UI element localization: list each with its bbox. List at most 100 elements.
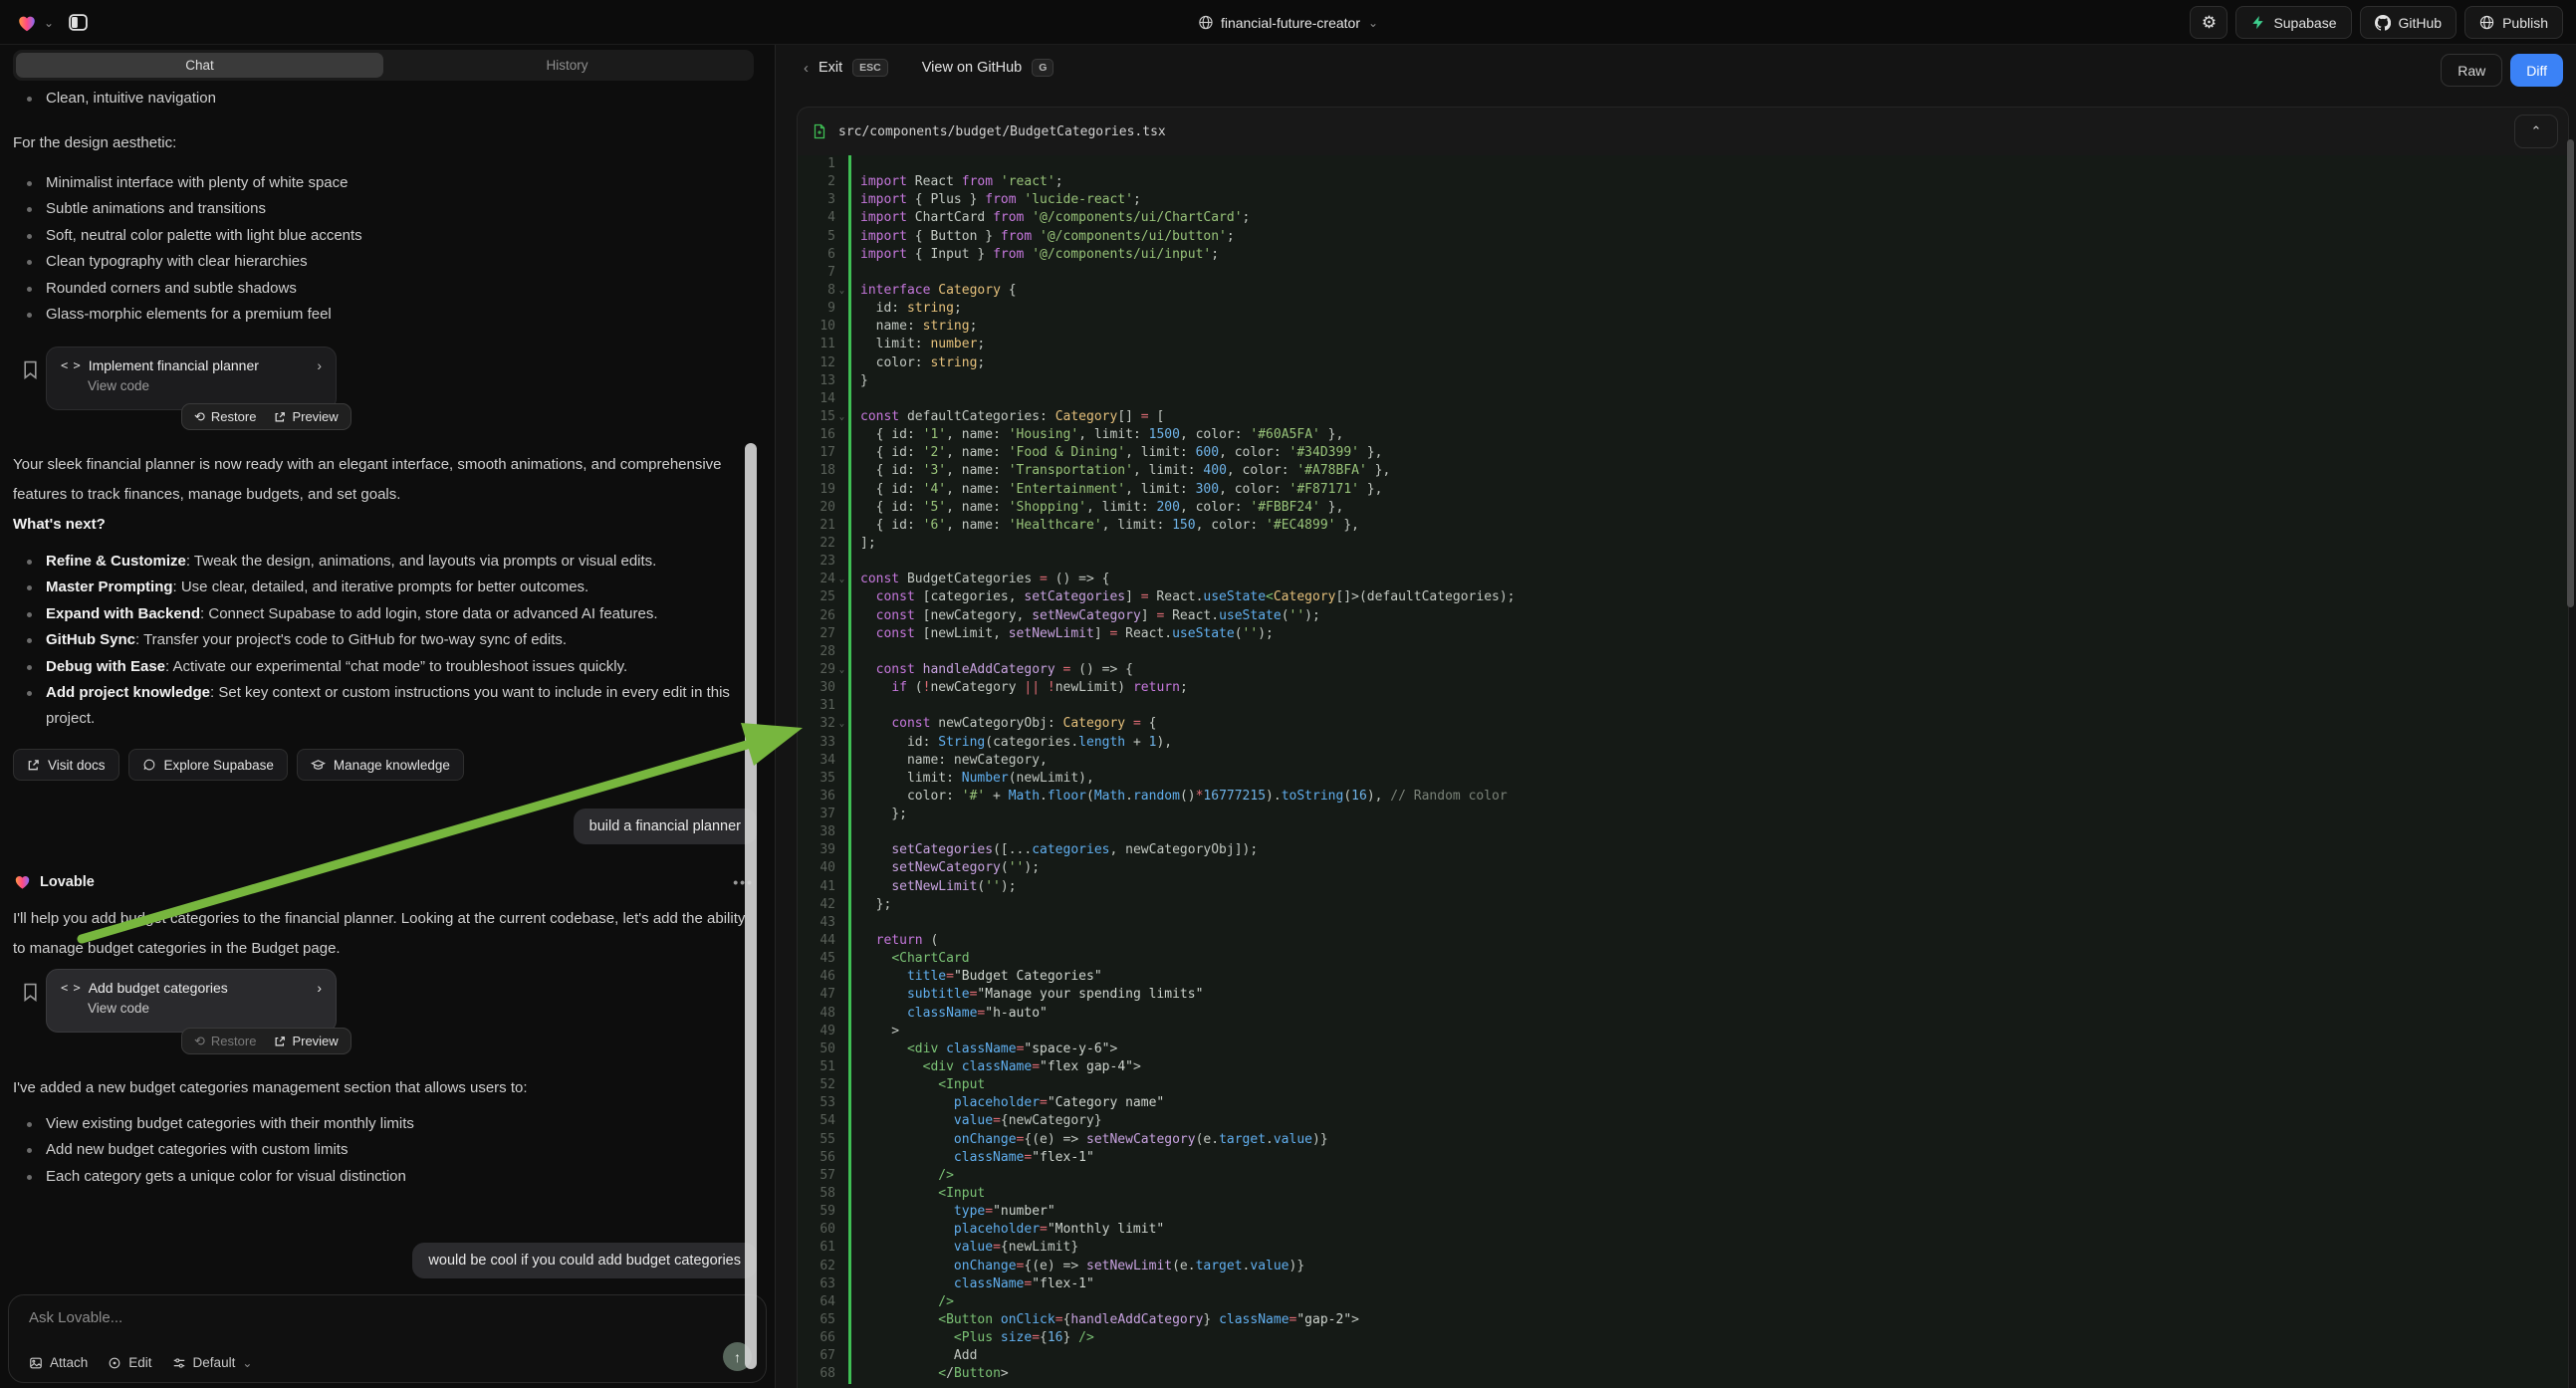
bookmark-icon[interactable]: [22, 983, 39, 1002]
code-line: 50 <div className="space-y-6">: [798, 1041, 2568, 1058]
code-line: 53 placeholder="Category name": [798, 1094, 2568, 1112]
chevron-down-icon[interactable]: ⌄: [44, 17, 54, 29]
sidebar-toggle-icon[interactable]: [68, 12, 89, 33]
exit-button[interactable]: Exit: [819, 60, 842, 76]
bookmark-icon[interactable]: [22, 360, 39, 379]
chat-scrollbar[interactable]: [745, 443, 757, 1369]
list-item: Add new budget categories with custom li…: [13, 1137, 754, 1163]
restore-button[interactable]: ⟲Restore: [194, 409, 256, 425]
publish-label: Publish: [2502, 15, 2548, 31]
whats-next-item: GitHub Sync: Transfer your project's cod…: [13, 627, 748, 653]
preview-button[interactable]: Preview: [274, 1034, 338, 1048]
assistant-header: Lovable •••: [13, 872, 754, 891]
supabase-button[interactable]: Supabase: [2235, 6, 2351, 39]
code-line: 36 color: '#' + Math.floor(Math.random()…: [798, 788, 2568, 806]
view-on-github-link[interactable]: View on GitHub: [922, 60, 1022, 76]
publish-button[interactable]: Publish: [2464, 6, 2563, 39]
esc-key-badge: ESC: [852, 59, 888, 77]
chevron-down-icon: ⌄: [1368, 17, 1378, 29]
github-icon: [2375, 15, 2391, 31]
code-editor[interactable]: 12import React from 'react';3import { Pl…: [798, 155, 2568, 1388]
lovable-logo-icon[interactable]: [16, 12, 38, 34]
whats-next-list: Refine & Customize: Tweak the design, an…: [13, 549, 748, 733]
version-card-implement-financial-planner[interactable]: < > Implement financial planner › View c…: [46, 347, 337, 410]
edit-button[interactable]: Edit: [108, 1355, 151, 1370]
preview-button[interactable]: Preview: [274, 409, 338, 424]
list-item: View existing budget categories with the…: [13, 1111, 754, 1137]
code-scrollbar[interactable]: [2567, 139, 2574, 607]
list-item: Clean typography with clear hierarchies: [13, 249, 754, 275]
mode-selector[interactable]: Default ⌄: [172, 1355, 253, 1370]
code-line: 16 { id: '1', name: 'Housing', limit: 15…: [798, 426, 2568, 444]
chat-bubble-icon: [142, 758, 156, 772]
code-line: 48 className="h-auto": [798, 1005, 2568, 1023]
project-title: financial-future-creator: [1221, 15, 1360, 31]
explore-supabase-button[interactable]: Explore Supabase: [128, 749, 288, 781]
supabase-label: Supabase: [2273, 15, 2336, 31]
external-link-icon: [27, 759, 40, 772]
user-message: would be cool if you could add budget ca…: [412, 1243, 757, 1278]
list-item: Subtle animations and transitions: [13, 196, 754, 222]
view-code-link[interactable]: View code: [88, 1001, 322, 1016]
fold-chevron-icon: ⌄: [835, 282, 848, 300]
visit-docs-button[interactable]: Visit docs: [13, 749, 119, 781]
raw-toggle-button[interactable]: Raw: [2441, 54, 2502, 87]
code-line: 14: [798, 390, 2568, 408]
code-line: 33 id: String(categories.length + 1),: [798, 734, 2568, 752]
settings-button[interactable]: ⚙: [2190, 6, 2227, 39]
code-line: 27 const [newLimit, setNewLimit] = React…: [798, 625, 2568, 643]
whats-next-item: Debug with Ease: Activate our experiment…: [13, 654, 748, 680]
external-link-icon: [274, 1036, 286, 1047]
github-button[interactable]: GitHub: [2360, 6, 2458, 39]
manage-knowledge-button[interactable]: Manage knowledge: [297, 749, 464, 781]
file-added-icon: [812, 123, 827, 139]
list-item: Soft, neutral color palette with light b…: [13, 223, 754, 249]
version-card-actions: ⟲Restore Preview: [181, 403, 351, 430]
tab-chat[interactable]: Chat: [16, 53, 383, 78]
external-link-icon: [274, 411, 286, 423]
quick-actions: Visit docs Explore Supabase Manage knowl…: [13, 749, 754, 781]
code-line: 4import ChartCard from '@/components/ui/…: [798, 209, 2568, 227]
restore-button[interactable]: ⟲Restore: [194, 1034, 256, 1049]
chevron-down-icon: ⌄: [242, 1357, 252, 1369]
project-switcher[interactable]: financial-future-creator ⌄: [1198, 0, 1378, 45]
code-icon: < >: [61, 358, 80, 372]
globe-icon: [2479, 15, 2494, 30]
code-line: 39 setCategories([...categories, newCate…: [798, 841, 2568, 859]
chat-input[interactable]: [29, 1309, 726, 1326]
code-line: 6import { Input } from '@/components/ui/…: [798, 246, 2568, 264]
chevron-left-icon: ‹: [804, 61, 809, 76]
code-line: 23: [798, 553, 2568, 571]
file-header[interactable]: src/components/budget/BudgetCategories.t…: [798, 108, 2568, 155]
whats-next-item: Master Prompting: Use clear, detailed, a…: [13, 575, 748, 600]
code-line: 43: [798, 914, 2568, 932]
whats-next-heading: What's next?: [13, 516, 754, 533]
code-line: 58 <Input: [798, 1185, 2568, 1203]
added-bullet-list: View existing budget categories with the…: [13, 1111, 754, 1190]
code-line: 65 <Button onClick={handleAddCategory} c…: [798, 1311, 2568, 1329]
tab-history[interactable]: History: [383, 53, 751, 78]
diff-toggle-button[interactable]: Diff: [2510, 54, 2563, 87]
file-path: src/components/budget/BudgetCategories.t…: [838, 124, 1166, 139]
code-line: 17 { id: '2', name: 'Food & Dining', lim…: [798, 444, 2568, 462]
code-line: 35 limit: Number(newLimit),: [798, 770, 2568, 788]
attach-button[interactable]: Attach: [29, 1355, 88, 1370]
view-code-link[interactable]: View code: [88, 378, 322, 393]
collapse-file-button[interactable]: ⌃: [2514, 115, 2558, 148]
code-line: 68 </Button>: [798, 1365, 2568, 1383]
code-line: 49 >: [798, 1023, 2568, 1041]
assistant-message: I'll help you add budget categories to t…: [13, 904, 754, 964]
code-line: 2import React from 'react';: [798, 173, 2568, 191]
code-line: 3import { Plus } from 'lucide-react';: [798, 191, 2568, 209]
code-line: 37 };: [798, 806, 2568, 823]
code-line: 45 <ChartCard: [798, 950, 2568, 968]
code-line: 11 limit: number;: [798, 336, 2568, 353]
code-line: 15⌄const defaultCategories: Category[] =…: [798, 408, 2568, 426]
code-line: 55 onChange={(e) => setNewCategory(e.tar…: [798, 1131, 2568, 1149]
code-line: 67 Add: [798, 1347, 2568, 1365]
code-line: 5import { Button } from '@/components/ui…: [798, 228, 2568, 246]
fold-chevron-icon: ⌄: [835, 408, 848, 426]
code-line: 24⌄const BudgetCategories = () => {: [798, 571, 2568, 588]
version-card-add-budget-categories[interactable]: < > Add budget categories › View code: [46, 969, 337, 1033]
code-line: 44 return (: [798, 932, 2568, 950]
